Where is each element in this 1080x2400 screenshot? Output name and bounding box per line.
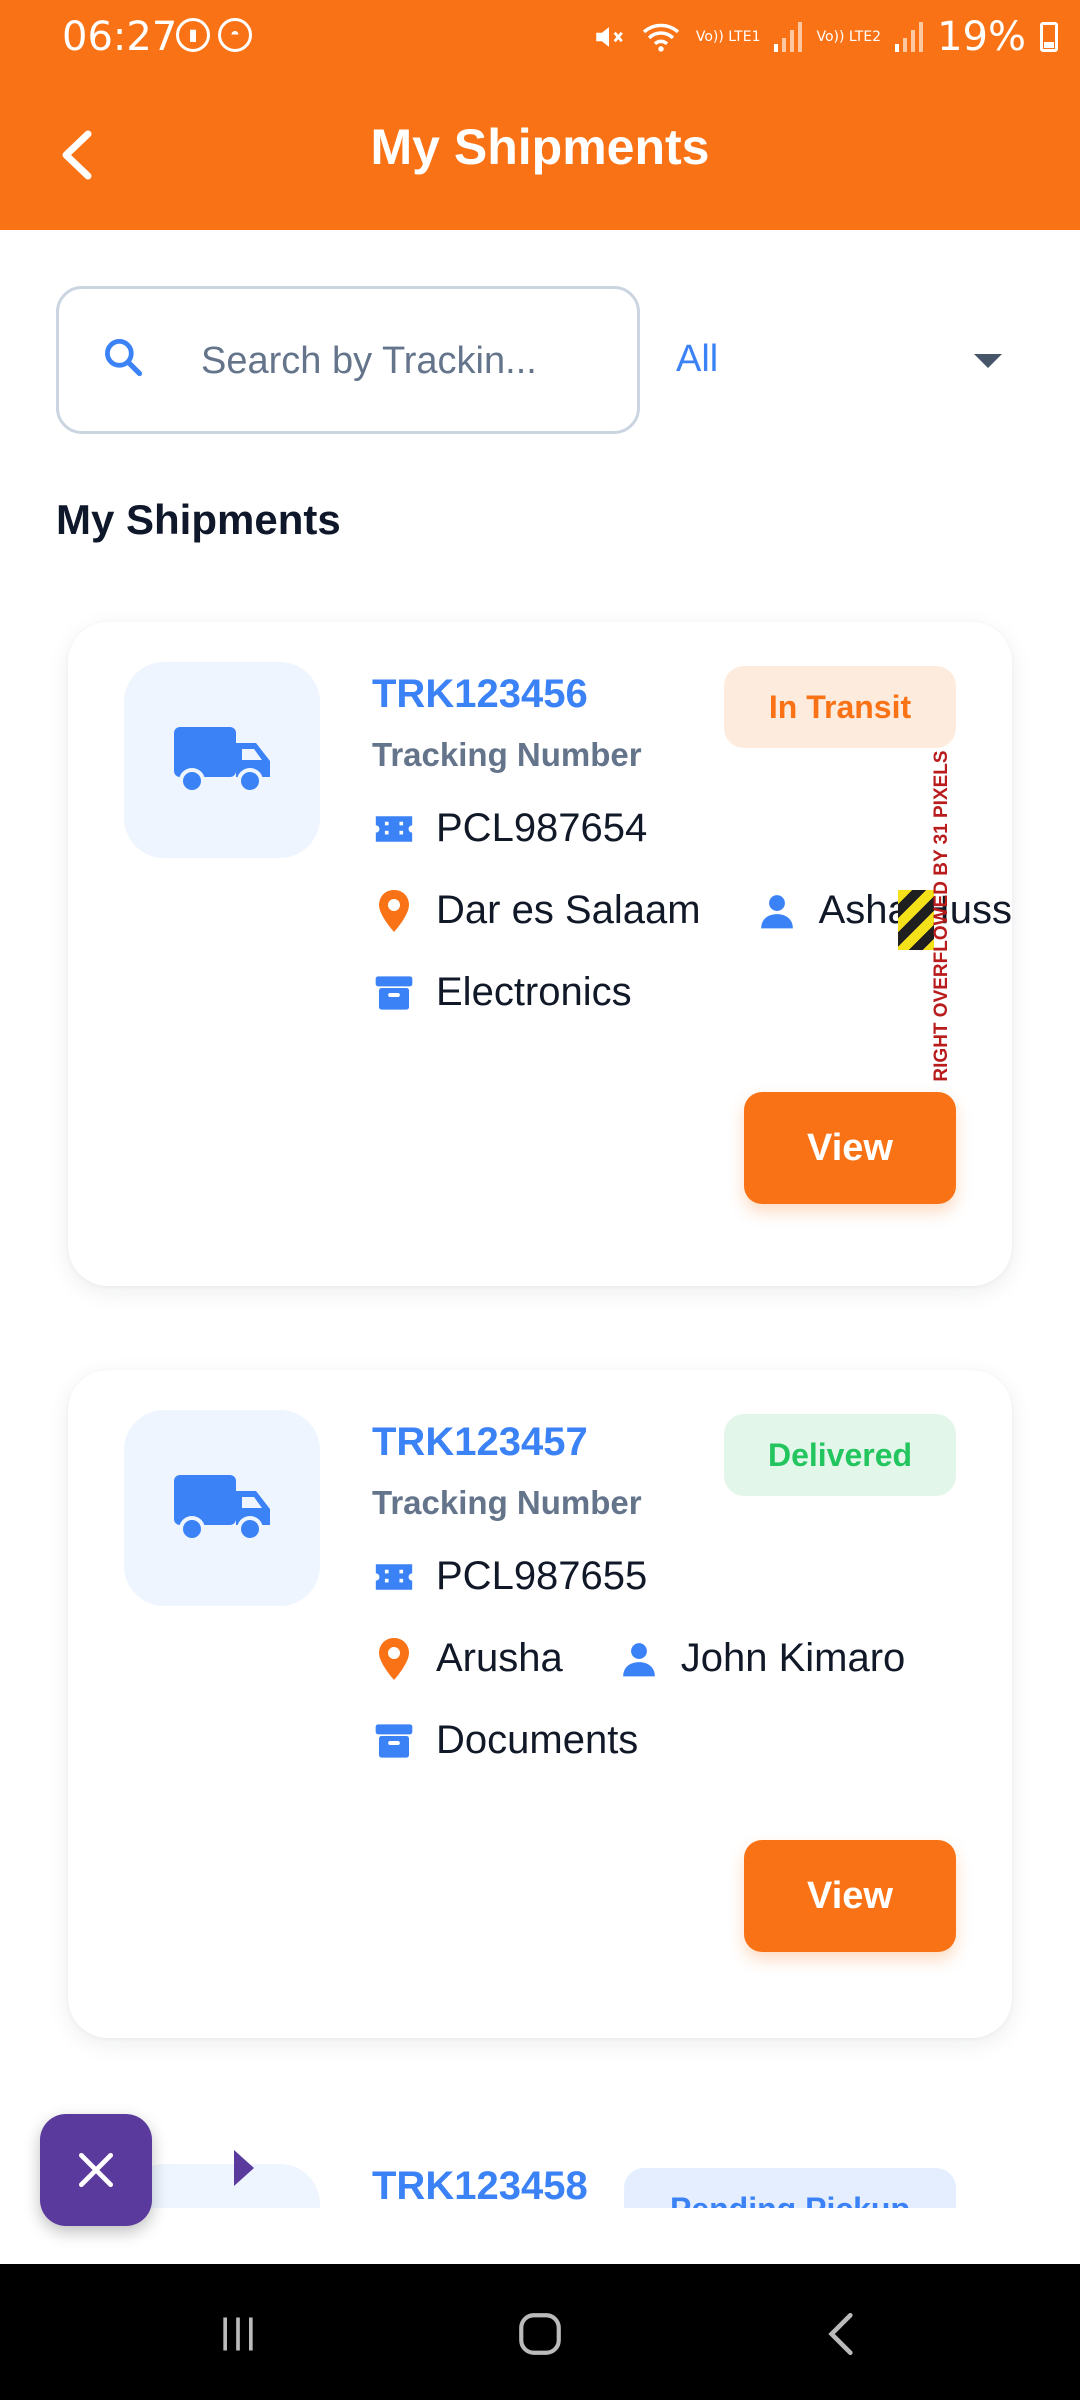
mute-icon	[596, 27, 623, 47]
tracking-number: TRK123458	[372, 2164, 588, 2208]
system-nav-bar	[0, 2264, 1080, 2400]
status-filter-dropdown[interactable]: All	[676, 320, 1016, 400]
status-badge: Pending Pickup	[624, 2168, 956, 2208]
home-button[interactable]	[510, 2304, 570, 2364]
overflow-warning-text: RIGHT OVERFLOWED BY 31 PIXELS	[931, 750, 952, 1082]
search-icon	[105, 339, 143, 377]
package-category: Electronics	[436, 970, 632, 1014]
tracking-number: TRK123457	[372, 1420, 588, 1464]
dropdown-arrow-icon	[974, 354, 1002, 368]
screen-record-icon: ▮	[176, 18, 210, 52]
origin-location: Arusha	[436, 1636, 563, 1680]
close-fab-button[interactable]	[40, 2114, 152, 2226]
shipment-card: TRK123457 Tracking Number Delivered PCL9…	[68, 1370, 1012, 2038]
signal-icon-1	[774, 22, 803, 52]
app-bar: My Shipments	[0, 80, 1080, 230]
search-box[interactable]	[56, 286, 640, 434]
filter-selected-value: All	[676, 338, 719, 380]
parcel-number: PCL987655	[436, 1554, 648, 1598]
ticket-icon	[372, 1555, 416, 1599]
view-button[interactable]: View	[744, 1840, 956, 1952]
shipment-thumbnail	[124, 2164, 320, 2208]
location-recipient-row: Arusha John Kimaro	[372, 1636, 905, 1681]
section-title: My Shipments	[56, 496, 341, 543]
recipient-name: John Kimaro	[680, 1636, 906, 1680]
wifi-icon	[642, 23, 680, 52]
parcel-row: PCL987655	[372, 1554, 647, 1599]
location-pin-icon	[372, 1637, 416, 1681]
recent-apps-button[interactable]	[208, 2304, 268, 2364]
truck-icon	[174, 727, 270, 794]
page-title: My Shipments	[370, 119, 710, 175]
person-icon	[755, 889, 799, 933]
overflow-warning: RIGHT OVERFLOWED BY 31 PIXELS	[931, 750, 962, 1090]
back-button[interactable]	[812, 2304, 872, 2364]
truck-icon	[174, 1475, 270, 1542]
back-icon	[828, 2312, 853, 2356]
tracking-number-label: Tracking Number	[372, 736, 642, 773]
parcel-number: PCL987654	[436, 806, 648, 850]
package-category: Documents	[436, 1718, 639, 1762]
ticket-icon	[372, 807, 416, 851]
shipment-thumbnail	[124, 662, 320, 858]
status-badge: In Transit	[724, 666, 956, 748]
sim2-indicator: Vo)) LTE2	[816, 29, 882, 45]
battery-icon	[1040, 22, 1058, 52]
shipment-thumbnail	[124, 1410, 320, 1606]
home-icon	[519, 2313, 561, 2355]
tracking-number-label: Tracking Number	[372, 1484, 642, 1521]
parcel-row: PCL987654	[372, 806, 647, 851]
archive-box-icon	[372, 971, 416, 1015]
play-triangle-icon	[234, 2150, 254, 2186]
sim1-indicator: Vo)) LTE1	[695, 29, 761, 45]
shipment-card: TRK123456 Tracking Number In Transit PCL…	[68, 622, 1012, 1286]
shipment-card-partial: TRK123458 Pending Pickup	[68, 2118, 1012, 2208]
signal-icon-2	[895, 22, 924, 52]
status-badge: Delivered	[724, 1414, 956, 1496]
category-row: Documents	[372, 1718, 638, 1763]
close-icon	[78, 2152, 114, 2188]
location-pin-icon	[372, 889, 416, 933]
archive-box-icon	[372, 1719, 416, 1763]
recent-apps-icon	[223, 2317, 253, 2351]
status-bar: 06:27 ▮ ◓ Vo)) LTE1 Vo)) LTE2 19%	[0, 0, 1080, 80]
person-icon	[617, 1637, 661, 1681]
search-input[interactable]	[199, 325, 623, 397]
app-notification-icon: ◓	[218, 18, 252, 52]
category-row: Electronics	[372, 970, 632, 1015]
origin-location: Dar es Salaam	[436, 888, 701, 932]
tracking-number: TRK123456	[372, 672, 588, 716]
overflow-warning-stripes	[898, 890, 934, 950]
battery-percent: 19%	[937, 14, 1026, 60]
view-button[interactable]: View	[744, 1092, 956, 1204]
status-time: 06:27	[62, 14, 178, 60]
